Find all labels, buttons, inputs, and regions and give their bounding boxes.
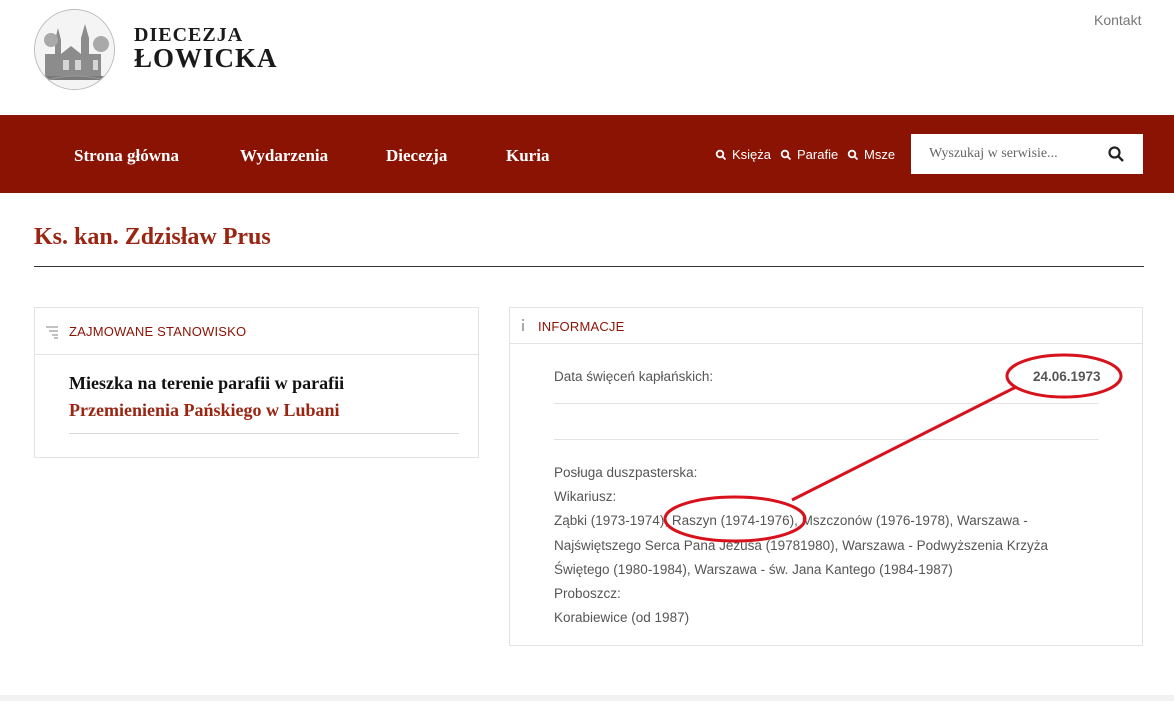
diocese-logo[interactable] — [34, 9, 115, 90]
search-input[interactable] — [911, 134, 1101, 174]
info-panel-header: INFORMACJE — [510, 308, 1142, 344]
nav-item-events[interactable]: Wydarzenia — [240, 146, 328, 166]
position-text: Mieszka na terenie parafii w parafii — [69, 373, 345, 393]
nav-item-diocese[interactable]: Diecezja — [386, 146, 447, 166]
search-icon — [847, 149, 859, 160]
quick-link-parishes[interactable]: Parafie — [780, 147, 838, 162]
site-header: Diecezja Łowicka Kontakt — [0, 0, 1174, 115]
ministry-line: Posługa duszpasterska: — [554, 465, 698, 480]
ministry-line: Ząbki (1973-1974), Raszyn (1974-1976), M… — [554, 513, 1028, 528]
contact-link[interactable]: Kontakt — [1094, 12, 1141, 28]
position-panel-header: ZAJMOWANE STANOWISKO — [35, 308, 478, 355]
church-icon — [35, 10, 114, 89]
ministry-line: Wikariusz: — [554, 489, 617, 504]
info-divider — [554, 403, 1099, 404]
nav-item-curia[interactable]: Kuria — [506, 146, 549, 166]
info-panel: INFORMACJE Data święceń kapłańskich: 24.… — [509, 307, 1143, 646]
site-search — [911, 134, 1143, 174]
ministry-line: Proboszcz: — [554, 586, 621, 601]
main-navigation: Strona główna Wydarzenia Diecezja Kuria … — [0, 115, 1174, 193]
search-icon — [715, 149, 727, 160]
search-icon — [780, 149, 792, 160]
info-divider — [554, 439, 1099, 440]
position-panel-title: ZAJMOWANE STANOWISKO — [69, 324, 247, 339]
diocese-logo-text[interactable]: Diecezja Łowicka — [134, 24, 278, 73]
ministry-line: Korabiewice (od 1987) — [554, 610, 690, 625]
list-icon — [46, 326, 58, 339]
quick-link-priests[interactable]: Księża — [715, 147, 771, 162]
search-icon[interactable] — [1107, 145, 1125, 163]
quick-link-label: Msze — [864, 147, 896, 162]
quick-link-label: Parafie — [797, 147, 839, 162]
title-divider — [34, 266, 1144, 267]
ministry-line: Najświętszego Serca Pana Jezusa (1978198… — [554, 538, 1048, 553]
footer-edge — [0, 695, 1174, 701]
page-title: Ks. kan. Zdzisław Prus — [34, 224, 271, 250]
nav-item-home[interactable]: Strona główna — [74, 146, 179, 166]
info-panel-title: INFORMACJE — [538, 319, 625, 334]
info-icon — [522, 319, 524, 331]
ordination-label: Data święceń kapłańskich: — [554, 369, 714, 384]
logo-line-2: Łowicka — [134, 43, 278, 73]
ministry-line: Świętego (1980-1984), Warszawa - św. Jan… — [554, 562, 953, 577]
ordination-date: 24.06.1973 — [1033, 369, 1101, 384]
logo-line-1: Diecezja — [134, 24, 244, 46]
quick-link-label: Księża — [732, 147, 772, 162]
position-panel: ZAJMOWANE STANOWISKO Mieszka na terenie … — [34, 307, 479, 458]
quick-link-masses[interactable]: Msze — [847, 147, 895, 162]
parish-link[interactable]: Przemienienia Pańskiego w Lubani — [69, 400, 340, 421]
position-divider — [69, 433, 459, 434]
